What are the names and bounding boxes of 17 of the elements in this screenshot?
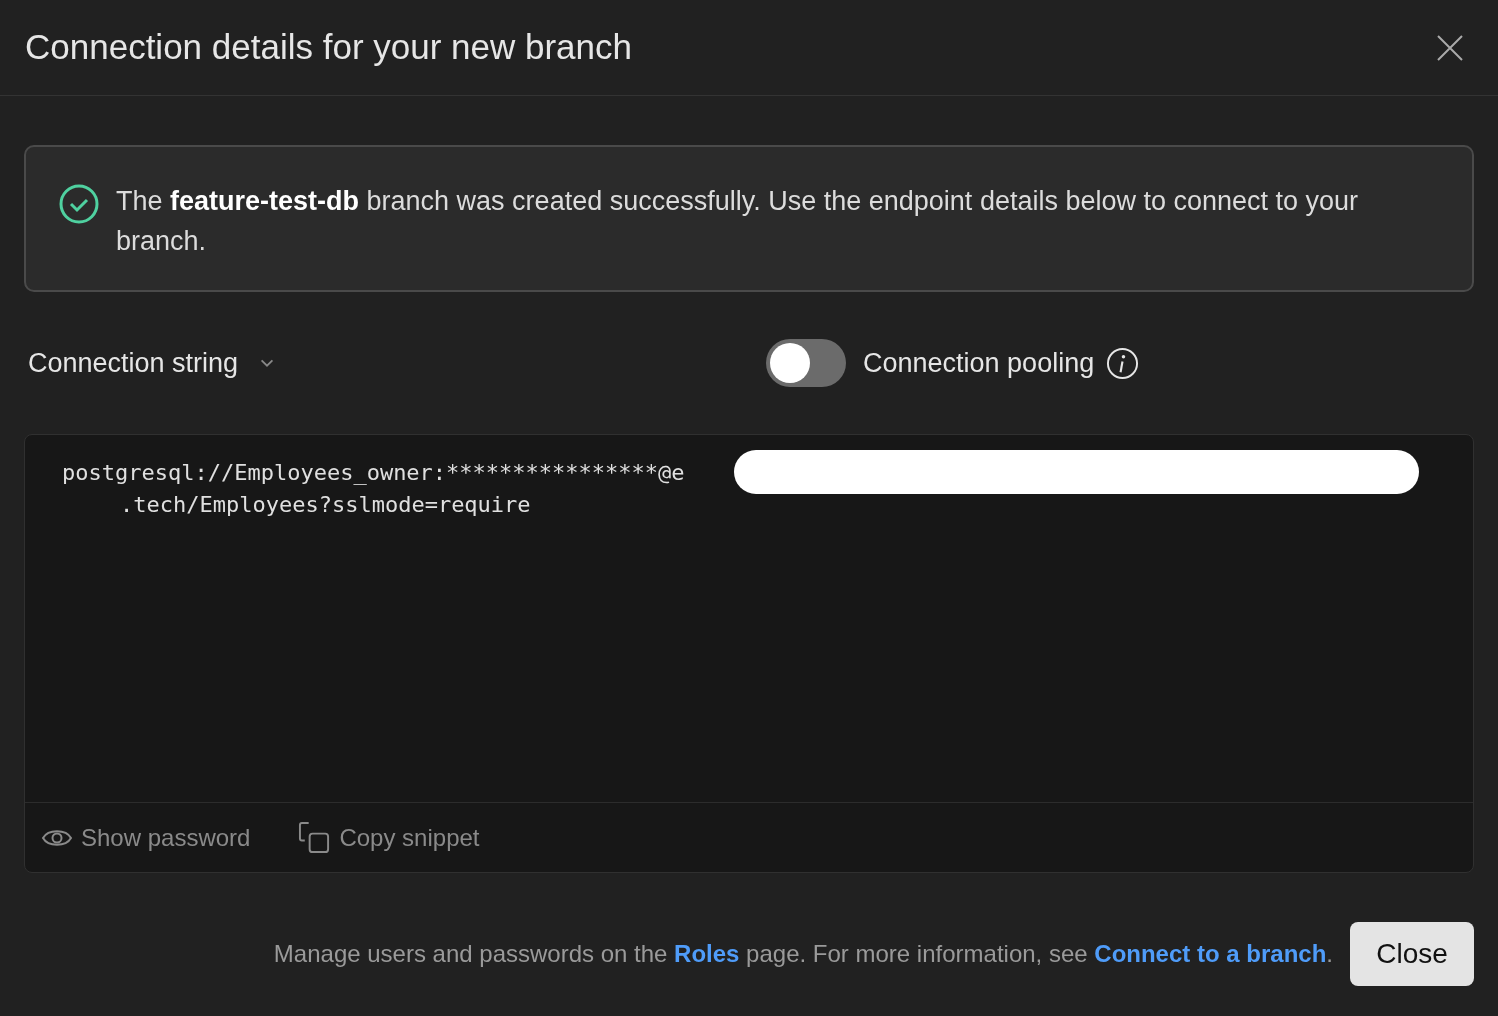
pooling-label: Connection pooling: [863, 346, 1095, 380]
copy-icon: [298, 821, 332, 854]
close-icon[interactable]: [1435, 32, 1465, 63]
show-password-button[interactable]: Show password: [41, 819, 251, 856]
dialog-title: Connection details for your new branch: [25, 26, 632, 69]
pooling-toggle[interactable]: [766, 339, 846, 387]
copy-snippet-button[interactable]: Copy snippet: [298, 819, 480, 856]
footer-link[interactable]: Connect to a branch: [1094, 940, 1327, 967]
footer-note: Manage users and passwords on the Roles page. For more information, see Connect to a branch.: [273, 939, 1333, 969]
connection-type-dropdown[interactable]: Connection string: [24, 342, 766, 384]
info-icon[interactable]: [1106, 346, 1140, 380]
success-message: The feature-test-db branch was created successfully. Use the endpoint details below to connect to your branch.: [116, 185, 1360, 258]
check-circle-icon: [58, 183, 100, 225]
close-button[interactable]: Close: [1350, 922, 1474, 986]
code-line: postgresql://Employees_owner:****************@e: [62, 459, 685, 487]
footer-link[interactable]: Roles: [674, 940, 740, 967]
code-line: .tech/Employees?sslmode=require: [119, 491, 531, 519]
